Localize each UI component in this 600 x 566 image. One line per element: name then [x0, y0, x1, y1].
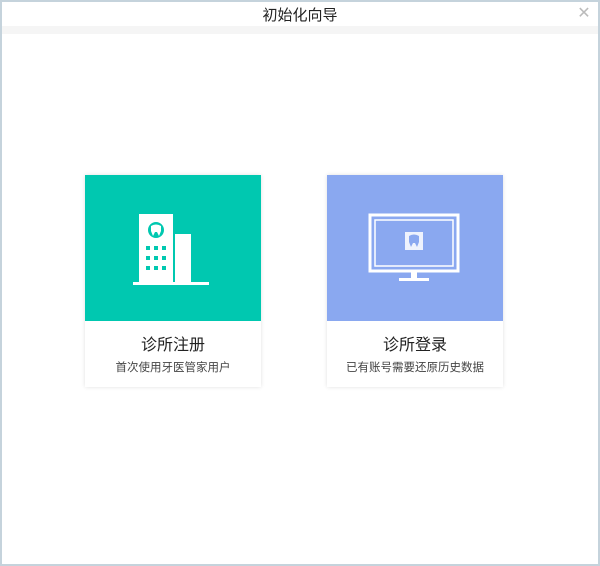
register-card-description: 首次使用牙医管家用户 [115, 360, 231, 374]
login-card-description: 已有账号需要还原历史数据 [346, 360, 484, 374]
close-icon[interactable]: ✕ [576, 5, 592, 21]
register-card-title: 诊所注册 [140, 335, 205, 354]
clinic-register-card[interactable]: 诊所注册 首次使用牙医管家用户 [85, 175, 261, 387]
window-title: 初始化向导 [262, 6, 338, 24]
wizard-window: 初始化向导 ✕ 诊所注册 首次使用牙医管家用户 诊所登录 已有账号需要还原历史数… [0, 0, 600, 566]
login-card-banner [327, 175, 503, 321]
monitor-tooth-icon [368, 213, 460, 281]
title-divider [2, 26, 598, 34]
hospital-building-icon [133, 214, 209, 285]
login-card-title: 诊所登录 [382, 335, 447, 354]
clinic-login-card[interactable]: 诊所登录 已有账号需要还原历史数据 [327, 175, 503, 387]
register-card-banner [85, 175, 261, 321]
title-bar: 初始化向导 ✕ [2, 2, 598, 26]
